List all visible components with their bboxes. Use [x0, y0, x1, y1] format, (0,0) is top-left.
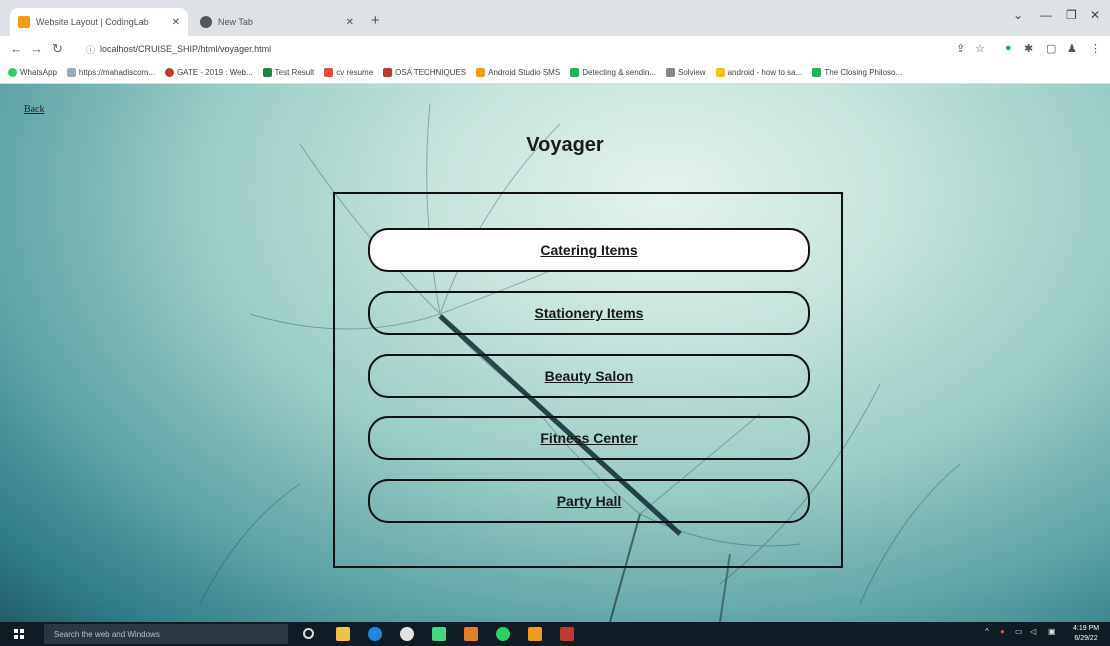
bookmarks-bar: WhatsApp https://mahadiscom... GATE - 20… [0, 62, 1110, 84]
puzzle-icon[interactable]: ✱ [1024, 42, 1033, 55]
app-icon[interactable] [464, 627, 478, 641]
windows-taskbar: Search the web and Windows ^ ● ▭ ◁ ▣ 4:1… [0, 622, 1110, 646]
address-bar-row: ← → ↻ ⓘ localhost/CRUISE_SHIP/html/voyag… [0, 36, 1110, 62]
close-tab-icon[interactable]: ✕ [172, 17, 180, 28]
whatsapp-icon[interactable] [496, 627, 510, 641]
tray-app-icon[interactable]: ● [1000, 627, 1005, 636]
edge-icon[interactable] [368, 627, 382, 641]
star-icon[interactable]: ☆ [975, 42, 985, 55]
chrome-icon[interactable] [400, 627, 414, 641]
bookmark[interactable]: Android Studio SMS [476, 68, 560, 77]
browser-tab-bar: Website Layout | CodingLab ✕ New Tab ✕ +… [0, 0, 1110, 36]
sidebar-icon[interactable]: ▢ [1046, 42, 1056, 55]
volume-icon[interactable]: ◁ [1030, 627, 1036, 636]
profile-icon[interactable]: ♟ [1067, 42, 1077, 55]
tab-new-tab[interactable]: New Tab ✕ [192, 8, 362, 36]
bookmark[interactable]: WhatsApp [8, 68, 57, 77]
maximize-button[interactable]: ❐ [1066, 8, 1077, 22]
sublime-icon[interactable] [528, 627, 542, 641]
minimize-button[interactable]: — [1040, 8, 1052, 22]
fitness-center-button[interactable]: Fitness Center [368, 416, 810, 460]
bookmark[interactable]: GATE - 2019 : Web... [164, 68, 253, 77]
bookmark[interactable]: Solview [666, 68, 706, 77]
file-explorer-icon[interactable] [336, 627, 350, 641]
tab-search-icon[interactable]: ⌄ [1013, 8, 1023, 22]
reload-icon[interactable]: ↻ [52, 41, 63, 57]
share-icon[interactable]: ⇪ [956, 42, 965, 55]
close-tab-icon[interactable]: ✕ [346, 17, 354, 28]
back-link[interactable]: Back [24, 104, 45, 115]
bookmark[interactable]: https://mahadiscom... [66, 68, 155, 77]
tray-chevron-icon[interactable]: ^ [985, 627, 989, 636]
android-studio-icon[interactable] [432, 627, 446, 641]
party-hall-button[interactable]: Party Hall [368, 479, 810, 523]
forward-arrow-icon[interactable]: → [30, 41, 43, 56]
tab-title: New Tab [218, 17, 253, 27]
tab-title: Website Layout | CodingLab [36, 17, 149, 27]
extension-icon[interactable]: ● [1005, 42, 1012, 54]
globe-icon [200, 16, 212, 28]
bookmark[interactable]: Test Result [262, 68, 314, 77]
menu-container: Catering Items Stationery Items Beauty S… [333, 192, 843, 568]
app-icon[interactable] [560, 627, 574, 641]
tab-website-layout[interactable]: Website Layout | CodingLab ✕ [10, 8, 188, 36]
page-title: Voyager [526, 134, 604, 156]
task-view-icon[interactable] [303, 628, 314, 639]
stationery-items-button[interactable]: Stationery Items [368, 291, 810, 335]
beauty-salon-button[interactable]: Beauty Salon [368, 354, 810, 398]
address-field[interactable]: ⓘ localhost/CRUISE_SHIP/html/voyager.htm… [86, 40, 946, 58]
bookmark[interactable]: The Closing Philoso... [812, 68, 902, 77]
catering-items-button[interactable]: Catering Items [368, 228, 810, 272]
bookmark[interactable]: android - how to sa... [715, 68, 802, 77]
windows-start-icon[interactable] [14, 629, 24, 639]
bookmark[interactable]: OSA TECHNIQUES [383, 68, 466, 77]
address-text: localhost/CRUISE_SHIP/html/voyager.html [100, 44, 272, 54]
codinglab-icon [18, 16, 30, 28]
taskbar-search-field[interactable]: Search the web and Windows [44, 624, 288, 644]
taskbar-clock[interactable]: 4:19 PM 6/29/22 [1073, 624, 1099, 644]
battery-icon[interactable]: ▭ [1015, 627, 1023, 636]
menu-icon[interactable]: ⋮ [1090, 42, 1101, 55]
notifications-icon[interactable]: ▣ [1048, 627, 1056, 636]
back-arrow-icon[interactable]: ← [10, 41, 23, 56]
bookmark[interactable]: Detecting & sendin... [570, 68, 656, 77]
bookmark[interactable]: cv resume [324, 68, 373, 77]
page-viewport: Back Voyager Catering Items Stationery I… [0, 84, 1110, 622]
new-tab-button[interactable]: + [371, 12, 380, 29]
close-window-button[interactable]: ✕ [1090, 8, 1100, 22]
info-icon[interactable]: ⓘ [86, 43, 95, 56]
